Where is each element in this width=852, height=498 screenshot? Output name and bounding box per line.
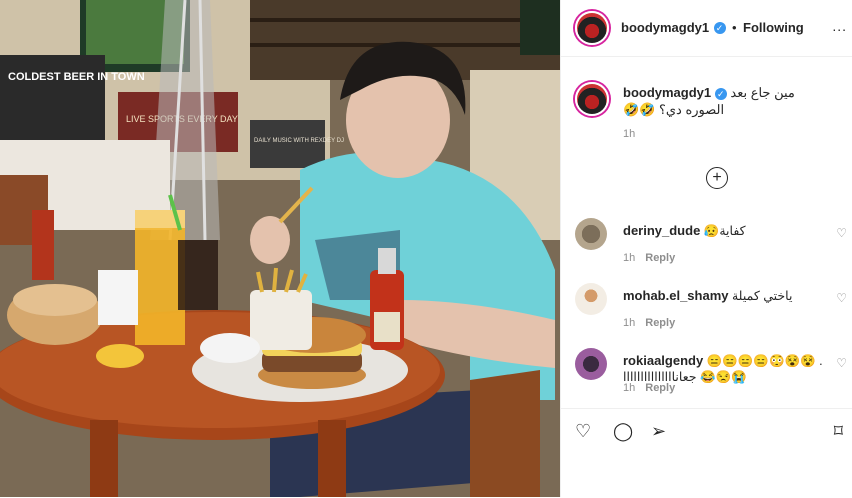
sign-text-1: COLDEST BEER IN TOWN — [8, 71, 145, 83]
save-bookmark-icon[interactable]: ⌑ — [834, 421, 843, 442]
post-photo[interactable]: COLDEST BEER IN TOWN LIVE SPORTS EVERY D… — [0, 0, 560, 497]
comment-item: rokiaalgendy . 😵😵😳😑😑😑😑😭😒😂 جعاناااااااااا… — [575, 348, 852, 406]
avatar[interactable] — [575, 11, 609, 45]
separator-dot: • — [732, 20, 737, 35]
comment-avatar[interactable] — [575, 218, 607, 250]
like-heart-icon[interactable]: ♡ — [575, 421, 591, 442]
post-side-panel: boodymagdy1 ✓ • Following ... boodymagdy… — [560, 0, 852, 498]
verified-badge-icon: ✓ — [713, 21, 726, 34]
comment-text: ياختي كميلة — [731, 289, 793, 303]
like-comment-heart-icon[interactable]: ♡ — [836, 356, 847, 370]
comment-username[interactable]: mohab.el_shamy — [623, 288, 729, 303]
share-paper-plane-icon[interactable]: ➢ — [651, 421, 666, 442]
post-header: boodymagdy1 ✓ • Following ... — [561, 0, 852, 57]
restaurant-scene: COLDEST BEER IN TOWN LIVE SPORTS EVERY D… — [0, 0, 560, 497]
plus-circle-icon[interactable]: + — [706, 167, 728, 189]
comment-username[interactable]: rokiaalgendy — [623, 353, 703, 368]
comment-time: 1h — [623, 382, 636, 394]
comment-bubble-icon[interactable]: ◯ — [613, 421, 633, 442]
more-options-icon[interactable]: ... — [832, 18, 847, 34]
comment-item: mohab.el_shamy ياختي كميلة 1h Reply ♡ — [575, 283, 852, 341]
like-comment-heart-icon[interactable]: ♡ — [836, 226, 847, 240]
caption-time: 1h — [623, 128, 636, 140]
reply-button[interactable]: Reply — [645, 317, 675, 329]
caption-username[interactable]: boodymagdy1 — [623, 85, 711, 100]
following-button[interactable]: Following — [743, 20, 804, 35]
comment-item: deriny_dude كفاية😥 1h Reply ♡ — [575, 218, 852, 276]
comment-time: 1h — [623, 252, 636, 264]
verified-badge-icon: ✓ — [714, 87, 727, 100]
like-comment-heart-icon[interactable]: ♡ — [836, 291, 847, 305]
post-actions-bar: ♡ ◯ ➢ ⌑ — [561, 408, 852, 498]
comment-username[interactable]: deriny_dude — [623, 223, 700, 238]
header-username[interactable]: boodymagdy1 — [621, 20, 709, 35]
reply-button[interactable]: Reply — [645, 252, 675, 264]
comment-avatar[interactable] — [575, 283, 607, 315]
reply-button[interactable]: Reply — [645, 382, 675, 394]
caption-avatar[interactable] — [575, 82, 609, 116]
comment-time: 1h — [623, 317, 636, 329]
comment-avatar[interactable] — [575, 348, 607, 380]
sign-text-3: DAILY MUSIC WITH REXDEY DJ — [254, 138, 344, 144]
comment-text: كفاية😥 — [703, 224, 746, 238]
